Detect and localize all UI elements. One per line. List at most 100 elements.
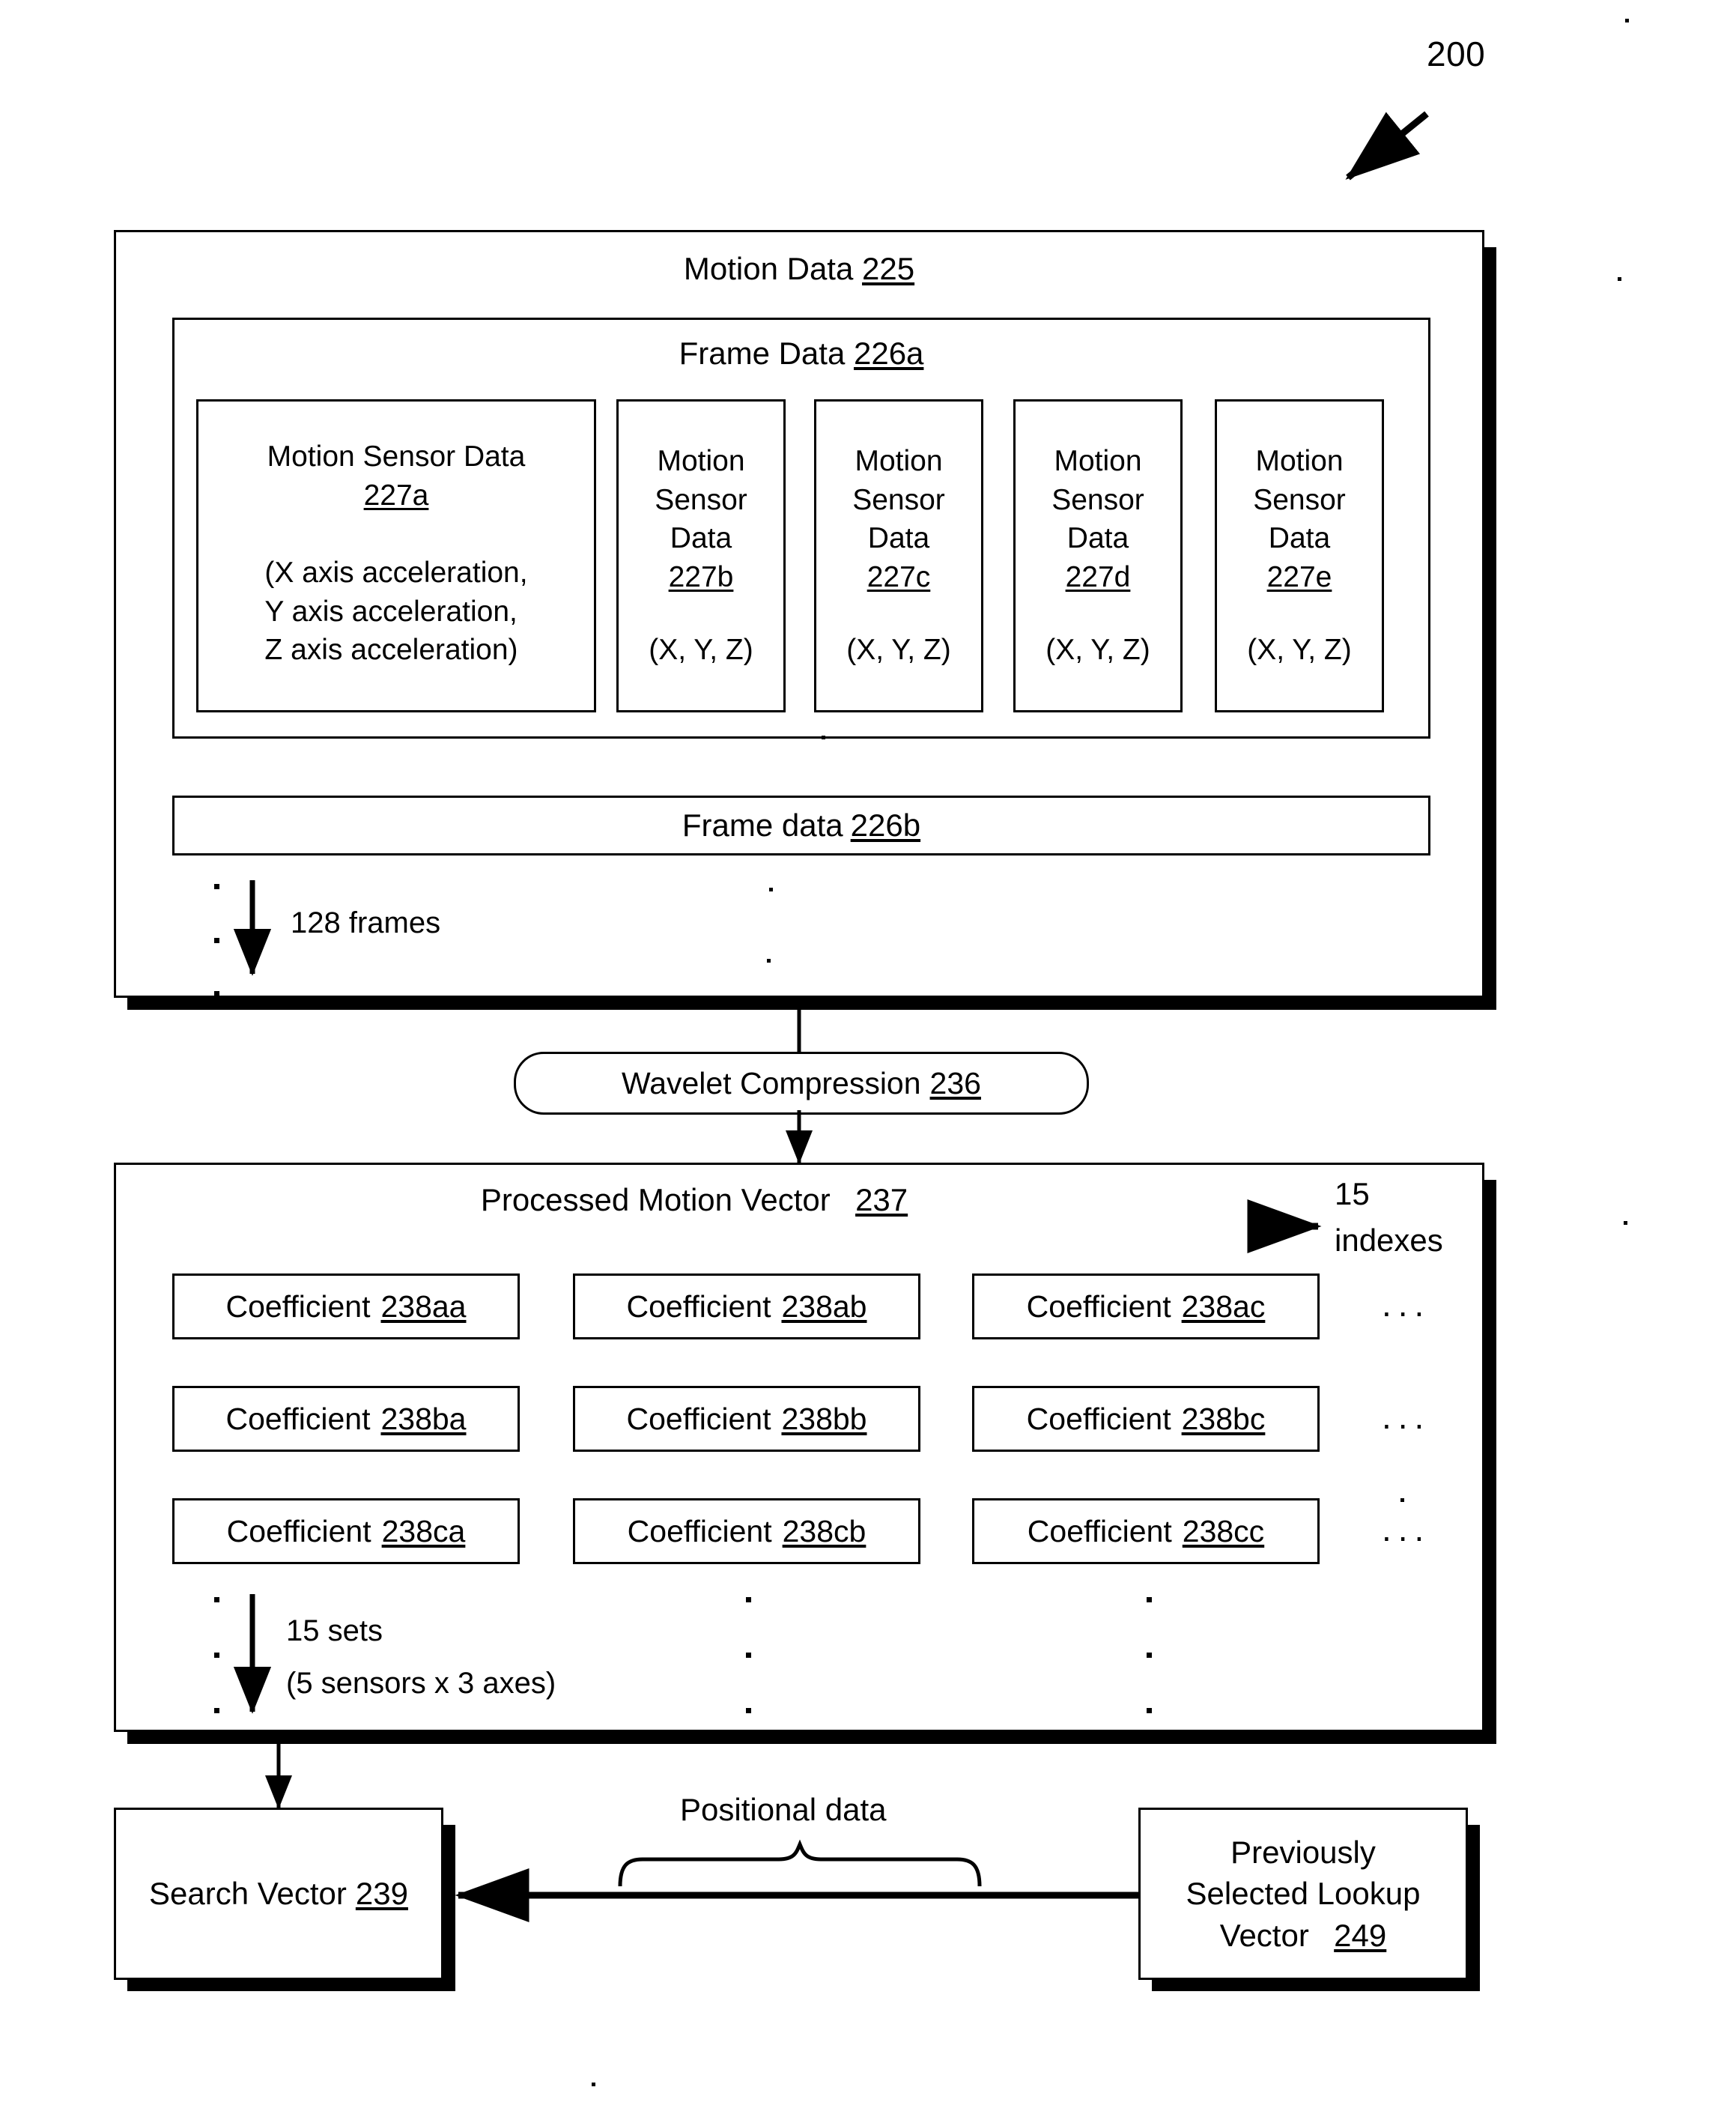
- coefficient-238cc-ref: 238cc: [1182, 1513, 1265, 1548]
- coefficient-238aa-ref: 238aa: [380, 1288, 467, 1324]
- coefficient-238ba-ref: 238ba: [380, 1401, 467, 1436]
- indexes-count-line1: 15: [1335, 1176, 1370, 1211]
- scan-speck-8: [1400, 1498, 1404, 1502]
- coefficient-238ac-ref: 238ac: [1181, 1288, 1266, 1324]
- sensor-227a-values: (X axis acceleration, Y axis acceleratio…: [264, 554, 527, 669]
- sensor-227b-name-1: Motion: [657, 445, 745, 478]
- motion-sensor-data-227b-box: Motion Sensor Data 227b (X, Y, Z): [616, 399, 786, 712]
- scan-speck-4: [1624, 1221, 1627, 1225]
- sensor-227d-ref: 227d: [1065, 560, 1131, 593]
- coefficient-238ca-ref: 238ca: [381, 1513, 466, 1548]
- coefficient-238aa-text: Coefficient: [225, 1288, 371, 1324]
- coefficient-238ca-box: Coefficient 238ca: [172, 1498, 520, 1564]
- coefficient-238ac-box: Coefficient 238ac: [972, 1273, 1320, 1339]
- sensor-227d-values: (X, Y, Z): [1045, 634, 1150, 667]
- figure-pointer-arrow: [1345, 111, 1429, 181]
- lookup-vector-line3-text: Vector: [1219, 1917, 1309, 1953]
- pmv-box-shadow-right: [1483, 1180, 1496, 1744]
- coefficient-row2-ellipsis: ...: [1382, 1397, 1431, 1436]
- sensor-227a-ref: 227a: [363, 479, 429, 512]
- frame-data-226b-title-text: Frame data: [682, 808, 843, 844]
- sensor-227c-name-1: Motion: [855, 445, 943, 478]
- sensor-227c-values: (X, Y, Z): [846, 634, 951, 667]
- scan-speck-5: [769, 888, 773, 891]
- motion-data-title-ref: 225: [862, 251, 915, 286]
- sensor-227b-values: (X, Y, Z): [649, 634, 753, 667]
- scan-speck-1: [822, 736, 825, 739]
- sensor-227e-ref: 227e: [1266, 560, 1332, 593]
- coefficient-238bb-text: Coefficient: [626, 1401, 771, 1436]
- wavelet-compression-oval: Wavelet Compression 236: [514, 1052, 1089, 1115]
- sensor-227d-name-3: Data: [1066, 522, 1129, 555]
- coefficient-238bc-ref: 238bc: [1181, 1401, 1266, 1436]
- sensor-227a-value-x: (X axis acceleration,: [264, 557, 528, 590]
- coefficient-238cc-text: Coefficient: [1027, 1513, 1172, 1548]
- coefficient-238cc-box: Coefficient 238cc: [972, 1498, 1320, 1564]
- positional-data-brace: [618, 1839, 982, 1887]
- coefficient-238ba-text: Coefficient: [225, 1401, 371, 1436]
- sensor-227d-name-2: Sensor: [1051, 483, 1144, 516]
- sensor-227e-name-2: Sensor: [1253, 483, 1346, 516]
- frame-data-226b-box: Frame data 226b: [172, 796, 1430, 855]
- scan-speck-2: [1625, 19, 1629, 22]
- sensor-227c-name-3: Data: [867, 522, 930, 555]
- coefficient-238bb-box: Coefficient 238bb: [573, 1386, 920, 1452]
- search-vector-shadow-right: [442, 1825, 455, 1991]
- positional-data-label: Positional data: [680, 1792, 887, 1827]
- frames-vertical-ellipsis: [213, 884, 219, 996]
- wavelet-compression-text: Wavelet Compression: [622, 1065, 921, 1100]
- sensor-227a-name: Motion Sensor Data: [267, 437, 526, 476]
- sets-annotation-line1: 15 sets: [286, 1614, 383, 1647]
- sensor-227d-name-1: Motion: [1054, 445, 1142, 478]
- search-vector-box: Search Vector 239: [114, 1808, 443, 1980]
- frame-data-226a-title-text: Frame Data: [679, 336, 846, 371]
- coefficient-238ab-text: Coefficient: [626, 1288, 771, 1324]
- sensor-227b-name-2: Sensor: [655, 483, 747, 516]
- coefficient-238ca-text: Coefficient: [226, 1513, 371, 1548]
- motion-data-box-shadow-bottom: [127, 996, 1496, 1010]
- sensor-227c-ref: 227c: [867, 560, 931, 593]
- processed-motion-vector-title: Processed Motion Vector 237: [114, 1182, 1275, 1218]
- sensor-227b-ref: 227b: [668, 560, 734, 593]
- coefficient-238ab-ref: 238ab: [781, 1288, 867, 1324]
- coefficient-238bc-text: Coefficient: [1026, 1401, 1171, 1436]
- motion-sensor-data-227c-box: Motion Sensor Data 227c (X, Y, Z): [814, 399, 983, 712]
- coefficient-238cb-ref: 238cb: [782, 1513, 867, 1548]
- motion-data-title-text: Motion Data: [683, 251, 854, 286]
- lookup-vector-shadow-right: [1466, 1825, 1480, 1991]
- frame-data-226a-title-ref: 226a: [853, 336, 924, 371]
- motion-sensor-data-227d-box: Motion Sensor Data 227d (X, Y, Z): [1013, 399, 1183, 712]
- pmv-title-ref: 237: [855, 1182, 908, 1217]
- coefficient-col3-vertical-ellipsis: [1146, 1597, 1152, 1713]
- sensor-227b-name-3: Data: [670, 522, 732, 555]
- frames-count-annotation: 128 frames: [291, 906, 441, 939]
- figure-number: 200: [1427, 34, 1486, 73]
- pmv-box-shadow-bottom: [127, 1730, 1496, 1744]
- lookup-vector-line1: Previously: [1230, 1834, 1376, 1870]
- wavelet-compression-ref: 236: [929, 1065, 981, 1100]
- coefficient-238ab-box: Coefficient 238ab: [573, 1273, 920, 1339]
- coefficient-238bc-box: Coefficient 238bc: [972, 1386, 1320, 1452]
- lookup-vector-line2: Selected Lookup: [1186, 1876, 1421, 1912]
- indexes-count-line2: indexes: [1335, 1223, 1443, 1258]
- coefficient-row1-ellipsis: ...: [1382, 1285, 1431, 1324]
- search-vector-ref: 239: [355, 1876, 408, 1912]
- coefficient-238cb-text: Coefficient: [627, 1513, 772, 1548]
- sensor-227a-value-y: Y axis acceleration,: [264, 595, 518, 628]
- previously-selected-lookup-vector-box: Previously Selected Lookup Vector 249: [1138, 1808, 1468, 1980]
- coefficient-238aa-box: Coefficient 238aa: [172, 1273, 520, 1339]
- sensor-227a-name-text: Motion Sensor Data: [267, 440, 526, 473]
- scan-speck-7: [592, 2083, 595, 2086]
- frame-data-226a-title: Frame Data 226a: [172, 336, 1430, 372]
- coefficient-238bb-ref: 238bb: [781, 1401, 867, 1436]
- coefficient-238cb-box: Coefficient 238cb: [573, 1498, 920, 1564]
- sensor-227e-name-1: Motion: [1255, 445, 1344, 478]
- motion-data-box-shadow: [1483, 247, 1496, 1010]
- frame-data-226b-title-ref: 226b: [850, 808, 921, 844]
- lookup-vector-ref: 249: [1334, 1917, 1387, 1953]
- sets-annotation-line2: (5 sensors x 3 axes): [286, 1667, 556, 1700]
- motion-sensor-data-227e-box: Motion Sensor Data 227e (X, Y, Z): [1215, 399, 1384, 712]
- coefficient-col1-vertical-ellipsis: [213, 1597, 219, 1713]
- coefficient-238ba-box: Coefficient 238ba: [172, 1386, 520, 1452]
- coefficient-row3-ellipsis: ...: [1382, 1509, 1431, 1548]
